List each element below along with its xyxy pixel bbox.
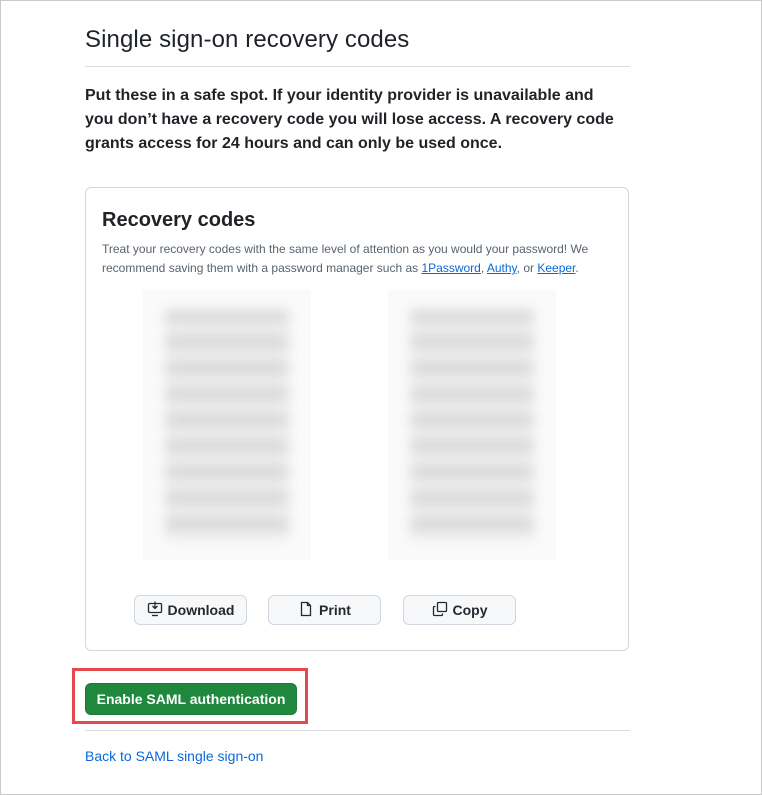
link-keeper[interactable]: Keeper <box>537 261 575 275</box>
download-label: Download <box>167 602 235 618</box>
print-label: Print <box>319 602 351 618</box>
copy-button[interactable]: Copy <box>403 595 516 625</box>
blurred-codes <box>165 310 289 540</box>
print-button[interactable]: Print <box>268 595 381 625</box>
recovery-codes-column-right <box>388 290 556 560</box>
separator: , or <box>516 261 538 275</box>
recovery-codes-card: Recovery codes Treat your recovery codes… <box>85 187 629 651</box>
enable-saml-button[interactable]: Enable SAML authentication <box>85 683 297 715</box>
title-divider <box>85 66 630 67</box>
download-icon <box>147 601 163 620</box>
recovery-codes-column-left <box>143 290 311 560</box>
back-to-saml-link[interactable]: Back to SAML single sign-on <box>85 748 263 764</box>
period: . <box>575 261 579 275</box>
card-title: Recovery codes <box>102 209 256 231</box>
page-title: Single sign-on recovery codes <box>85 26 410 53</box>
link-1password[interactable]: 1Password <box>421 261 480 275</box>
intro-text: Put these in a safe spot. If your identi… <box>85 87 614 152</box>
footer-divider <box>85 730 630 731</box>
copy-label: Copy <box>452 602 488 618</box>
file-icon <box>298 601 314 620</box>
download-button[interactable]: Download <box>134 595 247 625</box>
copy-icon <box>432 601 448 620</box>
blurred-codes <box>410 310 534 540</box>
card-description: Treat your recovery codes with the same … <box>102 240 602 278</box>
link-authy[interactable]: Authy <box>487 261 517 275</box>
